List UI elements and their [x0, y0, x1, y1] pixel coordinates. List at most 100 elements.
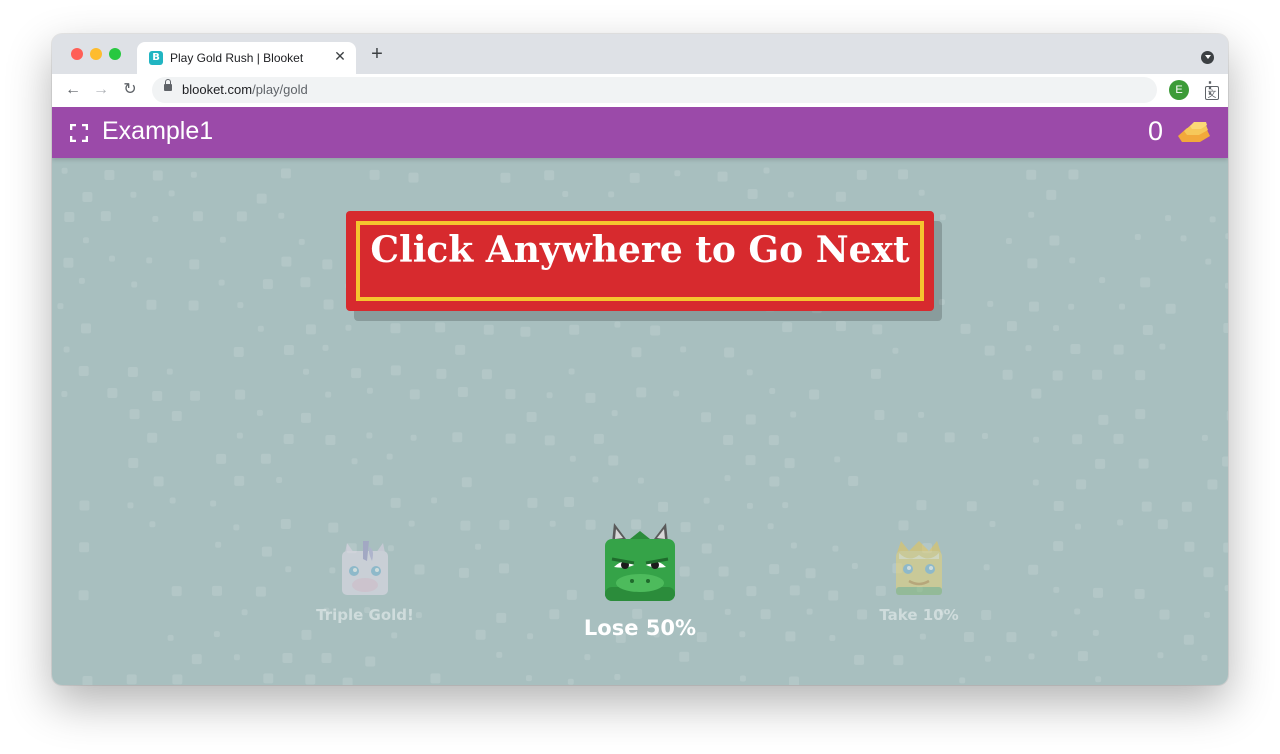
pattern-square — [746, 369, 753, 376]
pattern-square — [82, 191, 93, 202]
pattern-square — [989, 520, 996, 527]
pattern-square — [131, 281, 138, 288]
pattern-square — [78, 365, 89, 376]
minimize-window-button[interactable] — [90, 48, 102, 60]
pattern-square — [191, 654, 202, 665]
address-bar[interactable]: blooket.com/play/gold 文 ☆ — [152, 77, 1219, 103]
pattern-square — [263, 673, 274, 684]
pattern-square — [235, 389, 246, 400]
pattern-square — [303, 368, 310, 375]
url-text[interactable]: blooket.com/play/gold — [182, 82, 308, 97]
pattern-square — [1226, 410, 1228, 421]
chest-choice-lose-50[interactable]: Lose 50% — [570, 521, 710, 640]
pattern-square — [505, 389, 516, 400]
pattern-square — [369, 169, 380, 180]
tab-search-icon[interactable] — [1201, 51, 1214, 64]
pattern-square — [1201, 434, 1208, 441]
pattern-square — [763, 167, 770, 174]
pattern-square — [215, 541, 222, 548]
pattern-square — [500, 172, 511, 183]
pattern-square — [351, 458, 358, 465]
pattern-square — [1181, 501, 1192, 512]
pattern-square — [856, 169, 867, 180]
dragon-icon — [605, 523, 675, 601]
next-banner[interactable]: Click Anywhere to Go Next — [346, 211, 934, 311]
pattern-square — [724, 608, 731, 615]
pattern-square — [390, 323, 401, 334]
pattern-square — [496, 651, 503, 658]
pattern-square — [1159, 343, 1166, 350]
pattern-square — [724, 347, 735, 358]
pattern-square — [1119, 303, 1126, 310]
pattern-square — [481, 369, 492, 380]
pattern-square — [1223, 542, 1228, 553]
browser-tab[interactable]: B Play Gold Rush | Blooket ✕ — [137, 42, 356, 74]
pattern-square — [1135, 370, 1146, 381]
pattern-square — [169, 497, 176, 504]
pattern-square — [328, 522, 339, 533]
pattern-square — [787, 191, 794, 198]
pattern-square — [1201, 654, 1208, 661]
pattern-square — [870, 368, 881, 379]
pattern-square — [527, 633, 534, 640]
pattern-square — [1098, 414, 1109, 425]
close-window-button[interactable] — [71, 48, 83, 60]
pattern-square — [1092, 629, 1099, 636]
pattern-square — [1026, 169, 1037, 180]
pattern-square — [1028, 653, 1035, 660]
pattern-square — [790, 411, 797, 418]
tab-close-icon[interactable]: ✕ — [332, 48, 348, 66]
pattern-square — [505, 433, 516, 444]
pattern-square — [81, 323, 92, 334]
menu-icon[interactable]: ⋮ — [1202, 79, 1218, 99]
pattern-square — [1068, 169, 1079, 180]
unicorn-icon — [342, 541, 388, 595]
pattern-square — [300, 412, 311, 423]
chest-choice-triple-gold[interactable]: Triple Gold! — [295, 539, 435, 624]
pattern-square — [789, 585, 800, 596]
pattern-square — [171, 586, 182, 597]
pattern-square — [1183, 634, 1194, 645]
pattern-square — [128, 457, 139, 468]
pattern-square — [631, 347, 642, 358]
pattern-square — [172, 674, 183, 685]
pattern-square — [569, 455, 576, 462]
pattern-square — [788, 676, 799, 685]
pattern-square — [832, 545, 839, 552]
pattern-square — [457, 387, 468, 398]
profile-avatar[interactable]: E — [1169, 80, 1189, 100]
pattern-square — [1134, 589, 1145, 600]
blooket-favicon-icon: B — [149, 51, 163, 65]
pattern-square — [835, 321, 846, 332]
pattern-square — [1053, 586, 1060, 593]
pattern-square — [256, 409, 263, 416]
pattern-square — [1076, 479, 1087, 490]
game-page[interactable]: Example1 0 Click Anywhere to Go Next Tri… — [52, 107, 1228, 685]
pattern-square — [130, 191, 137, 198]
pattern-square — [658, 501, 669, 512]
back-icon[interactable]: ← — [64, 81, 82, 99]
pattern-square — [1095, 458, 1106, 469]
forward-icon[interactable]: → — [92, 81, 110, 99]
pattern-square — [769, 388, 776, 395]
pattern-square — [544, 435, 555, 446]
pattern-square — [255, 586, 266, 597]
pattern-square — [1209, 216, 1216, 223]
pattern-square — [981, 432, 988, 439]
pattern-square — [1028, 301, 1039, 312]
pattern-square — [167, 634, 174, 641]
new-tab-button[interactable]: + — [367, 44, 387, 64]
fullscreen-icon[interactable] — [70, 124, 88, 142]
lock-icon[interactable] — [164, 79, 172, 91]
pattern-square — [1140, 277, 1151, 288]
pattern-square — [872, 324, 883, 335]
chest-choice-take-10[interactable]: Take 10% — [849, 539, 989, 624]
maximize-window-button[interactable] — [109, 48, 121, 60]
pattern-square — [261, 546, 272, 557]
url-host: blooket.com — [182, 82, 253, 97]
pattern-square — [944, 432, 955, 443]
pattern-square — [679, 651, 690, 662]
pattern-square — [409, 389, 420, 400]
reload-icon[interactable]: ↻ — [121, 81, 139, 99]
pattern-square — [959, 677, 966, 684]
